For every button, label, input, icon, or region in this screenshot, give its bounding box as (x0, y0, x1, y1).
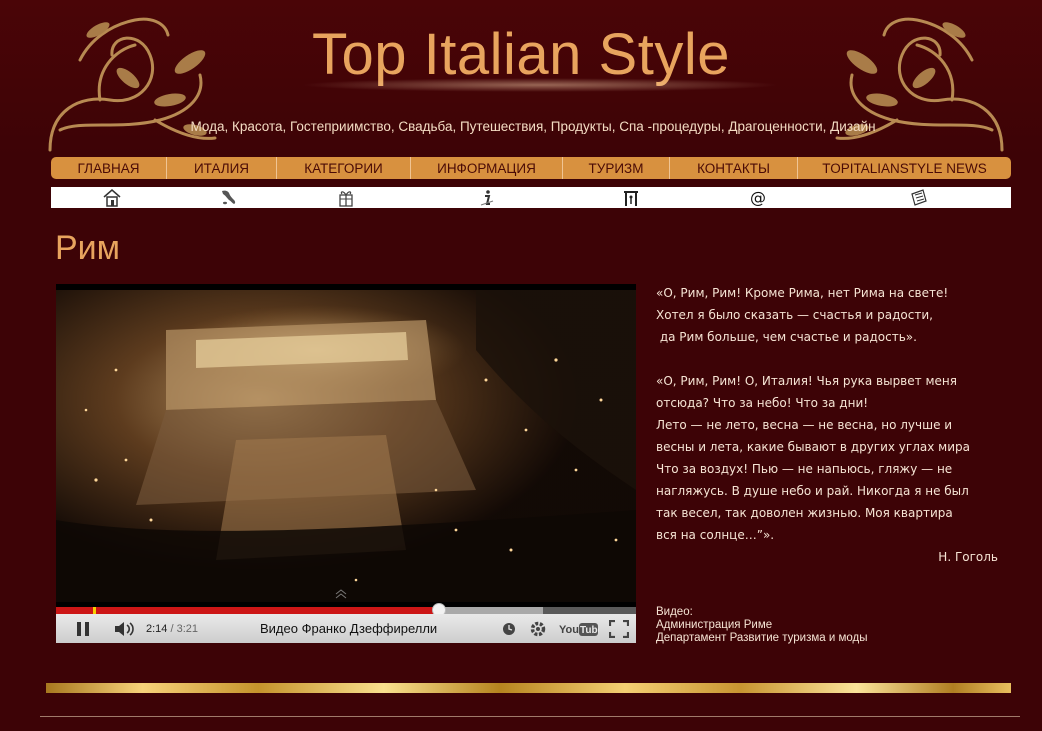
quote-line: отсюда? Что за небо! Что за дни! (656, 396, 869, 410)
quote-line: Хотел я было сказать — счастья и радости… (656, 308, 933, 322)
page-title: Рим (55, 229, 121, 267)
video-ad-marker (93, 607, 96, 614)
svg-text:Tube: Tube (580, 625, 599, 636)
main-nav: ГЛАВНАЯ ИТАЛИЯ КАТЕГОРИИ ИНФОРМАЦИЯ ТУРИ… (51, 157, 1011, 179)
nav-item-italy[interactable]: ИТАЛИЯ (167, 157, 277, 179)
video-player[interactable]: 2:14 / 3:21 Видео Франко Дзеффирелли You… (56, 284, 636, 643)
credits-line: Департамент Развитие туризма и моды (656, 632, 868, 644)
nav-item-news[interactable]: TOPITALIANSTYLE NEWS (798, 157, 1011, 179)
tourism-gate-icon[interactable] (621, 188, 641, 207)
credits-line: Администрация Риме (656, 619, 773, 631)
settings-button[interactable] (529, 614, 547, 643)
gold-divider-bar (46, 683, 1011, 693)
quote-line: «О, Рим, Рим! О, Италия! Чья рука вырвет… (656, 374, 957, 388)
quote-line: нагляжусь. В душе небо и рай. Никогда я … (656, 484, 969, 498)
svg-text:You: You (559, 624, 579, 636)
youtube-logo-icon: You Tube (559, 622, 599, 636)
duration: / 3:21 (170, 622, 199, 635)
credits-label: Видео: (656, 606, 693, 618)
svg-text:@: @ (750, 188, 766, 207)
video-played-fill (56, 607, 439, 614)
watch-later-button[interactable] (502, 614, 516, 643)
quote-line: Что за воздух! Пью — не напьюсь, гляжу —… (656, 462, 953, 476)
nav-item-home[interactable]: ГЛАВНАЯ (51, 157, 167, 179)
volume-button[interactable] (114, 614, 136, 643)
quote-line: Лето — не лето, весна — не весна, но луч… (656, 418, 953, 432)
clock-icon (503, 622, 515, 635)
quote-line: «О, Рим, Рим! Кроме Рима, нет Рима на св… (656, 286, 949, 300)
quote-line: весны и лета, какие бывают в других угла… (656, 440, 970, 454)
video-credits: Видео: Администрация Риме Департамент Ра… (656, 606, 868, 645)
gogol-quote: «О, Рим, Рим! Кроме Рима, нет Рима на св… (656, 282, 1006, 568)
quote-author: Н. Гоголь (938, 550, 998, 564)
fullscreen-icon (609, 619, 629, 638)
nav-item-information[interactable]: ИНФОРМАЦИЯ (411, 157, 563, 179)
site-header: Top Italian Style Мода, Красота, Гостепр… (0, 0, 1042, 155)
gear-icon (530, 621, 546, 636)
quote-line: да Рим больше, чем счастье и радость». (656, 330, 917, 344)
video-title[interactable]: Видео Франко Дзеффирелли (260, 614, 437, 643)
video-controls: 2:14 / 3:21 Видео Франко Дзеффирелли You… (56, 614, 636, 643)
title-glow (300, 78, 780, 92)
at-sign-icon[interactable]: @ (748, 188, 768, 207)
quote-line: вся на солнце…”». (656, 528, 775, 542)
pause-icon (77, 621, 89, 636)
gift-icon[interactable] (336, 188, 356, 207)
footer-divider-line (40, 716, 1020, 717)
youtube-logo[interactable]: You Tube (559, 614, 599, 643)
fullscreen-button[interactable] (609, 614, 629, 643)
home-icon[interactable] (102, 188, 122, 207)
video-progress-bar[interactable] (56, 603, 636, 617)
video-frame-rome-night[interactable] (56, 290, 636, 602)
volume-icon (115, 621, 134, 636)
pause-button[interactable] (76, 614, 90, 643)
current-time: 2:14 (146, 622, 168, 635)
video-time: 2:14 / 3:21 (146, 614, 198, 643)
nav-item-tourism[interactable]: ТУРИЗМ (563, 157, 670, 179)
nav-item-contacts[interactable]: КОНТАКТЫ (670, 157, 798, 179)
nav-item-categories[interactable]: КАТЕГОРИИ (277, 157, 411, 179)
site-tagline: Мода, Красота, Гостеприимство, Свадьба, … (190, 119, 876, 134)
italy-map-icon[interactable] (219, 188, 239, 207)
quote-line: так весел, так доволен жизнью. Моя кварт… (656, 506, 953, 520)
info-icon[interactable] (477, 188, 497, 207)
nav-icon-bar: @ (51, 187, 1011, 208)
newspaper-icon[interactable] (909, 188, 929, 207)
